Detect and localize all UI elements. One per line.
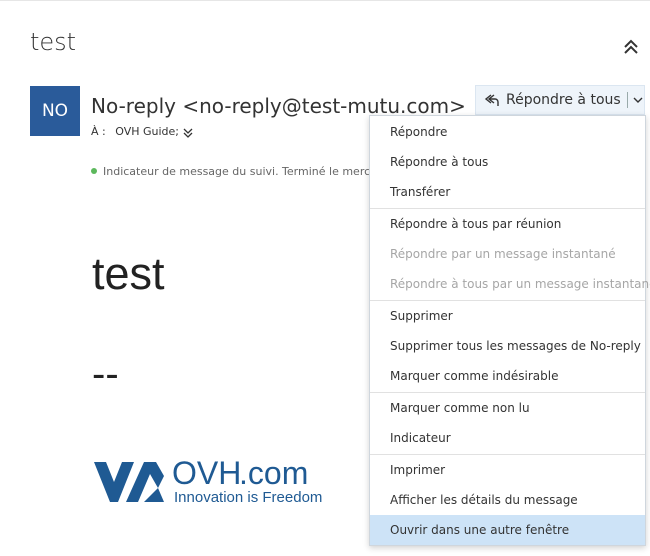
menu-item-mark-junk[interactable]: Marquer comme indésirable bbox=[370, 361, 645, 391]
chevron-down-icon[interactable] bbox=[632, 94, 644, 106]
menu-item-mark-unread[interactable]: Marquer comme non lu bbox=[370, 393, 645, 423]
menu-item-show-details[interactable]: Afficher les détails du message bbox=[370, 485, 645, 515]
menu-item-delete[interactable]: Supprimer bbox=[370, 301, 645, 331]
reply-all-button[interactable]: Répondre à tous bbox=[475, 85, 645, 115]
menu-item-reply-all[interactable]: Répondre à tous bbox=[370, 147, 645, 177]
avatar: NO bbox=[30, 86, 80, 136]
logo-suffix: .com bbox=[239, 455, 308, 491]
menu-item-print[interactable]: Imprimer bbox=[370, 455, 645, 485]
reply-options-menu: Répondre Répondre à tous Transférer Répo… bbox=[369, 115, 650, 546]
message-subject: test bbox=[30, 28, 77, 56]
ovh-logo: OVH .com Innovation is Freedom bbox=[94, 455, 322, 506]
menu-item-reply-all-meeting[interactable]: Répondre à tous par réunion bbox=[370, 209, 645, 239]
reply-all-label: Répondre à tous bbox=[506, 92, 621, 108]
collapse-icon[interactable] bbox=[620, 36, 642, 58]
to-label: À : bbox=[91, 125, 106, 138]
message-body-text: test bbox=[92, 248, 165, 299]
menu-item-open-new-window[interactable]: Ouvrir dans une autre fenêtre bbox=[370, 515, 645, 545]
reply-all-icon bbox=[484, 94, 499, 106]
menu-item-delete-all-from-sender[interactable]: Supprimer tous les messages de No-reply bbox=[370, 331, 645, 361]
menu-item-forward[interactable]: Transférer bbox=[370, 177, 645, 207]
menu-item-reply-all-im: Répondre à tous par un message instantan… bbox=[390, 277, 650, 291]
logo-tagline: Innovation is Freedom bbox=[174, 489, 322, 506]
recipient-line: À : OVH Guide; bbox=[91, 125, 185, 138]
button-divider bbox=[626, 92, 628, 108]
expand-recipients-icon[interactable] bbox=[182, 127, 194, 139]
menu-item-reply[interactable]: Répondre bbox=[370, 117, 645, 147]
top-border bbox=[0, 0, 650, 1]
recipient-name[interactable]: OVH Guide; bbox=[115, 125, 179, 138]
status-dot-icon bbox=[91, 168, 97, 174]
menu-item-reply-im: Répondre par un message instantané bbox=[390, 247, 616, 261]
logo-wordmark: OVH bbox=[172, 455, 241, 491]
signature-separator: -- bbox=[92, 352, 119, 396]
menu-item-flag[interactable]: Indicateur bbox=[370, 423, 645, 453]
